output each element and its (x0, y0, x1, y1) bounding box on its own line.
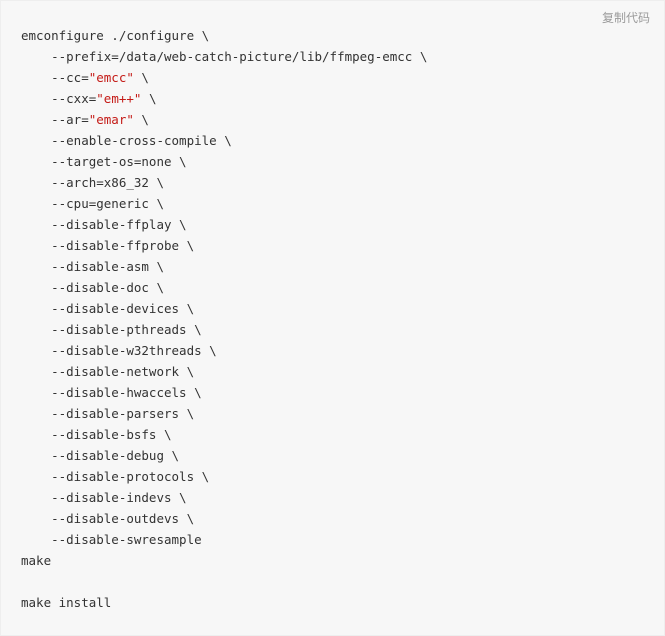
code-line: --disable-ffprobe \ (21, 238, 194, 253)
code-content: emconfigure ./configure \ --prefix=/data… (21, 25, 644, 613)
code-text: \ (141, 91, 156, 106)
code-text: \ (134, 112, 149, 127)
code-line: --disable-w32threads \ (21, 343, 217, 358)
code-line: --arch=x86_32 \ (21, 175, 164, 190)
string-literal: "em++" (96, 91, 141, 106)
code-line: --disable-protocols \ (21, 469, 209, 484)
code-line: --cpu=generic \ (21, 196, 164, 211)
code-line: --ar= (21, 112, 89, 127)
code-line: --prefix=/data/web-catch-picture/lib/ffm… (21, 49, 427, 64)
code-line: --disable-bsfs \ (21, 427, 172, 442)
code-line: --disable-debug \ (21, 448, 179, 463)
code-line: --disable-outdevs \ (21, 511, 194, 526)
code-line: --disable-doc \ (21, 280, 164, 295)
code-line: --cc= (21, 70, 89, 85)
code-line: --disable-asm \ (21, 259, 164, 274)
string-literal: "emcc" (89, 70, 134, 85)
code-line: --disable-network \ (21, 364, 194, 379)
code-line: emconfigure ./configure \ (21, 28, 209, 43)
code-line: --disable-hwaccels \ (21, 385, 202, 400)
copy-code-button[interactable]: 复制代码 (602, 9, 650, 26)
code-line: --disable-swresample (21, 532, 202, 547)
string-literal: "emar" (89, 112, 134, 127)
code-block: 复制代码 emconfigure ./configure \ --prefix=… (0, 0, 665, 636)
code-line: --disable-parsers \ (21, 406, 194, 421)
code-text: \ (134, 70, 149, 85)
code-line: --disable-indevs \ (21, 490, 187, 505)
code-line: --disable-devices \ (21, 301, 194, 316)
code-line: --enable-cross-compile \ (21, 133, 232, 148)
code-line: --disable-pthreads \ (21, 322, 202, 337)
code-line: --disable-ffplay \ (21, 217, 187, 232)
code-line: --cxx= (21, 91, 96, 106)
code-line: make install (21, 595, 111, 610)
code-line: --target-os=none \ (21, 154, 187, 169)
code-line: make (21, 553, 51, 568)
